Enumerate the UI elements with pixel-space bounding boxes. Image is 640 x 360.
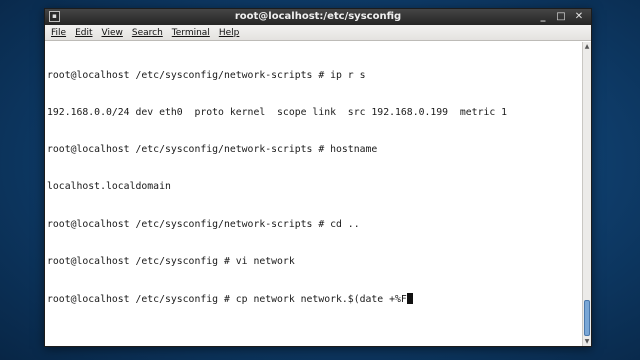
menu-help[interactable]: Help (219, 28, 240, 38)
title-bar[interactable]: ▪ root@localhost:/etc/sysconfig _ □ ✕ (45, 9, 591, 25)
scroll-up-icon[interactable]: ▲ (583, 42, 591, 51)
maximize-button[interactable]: □ (555, 10, 567, 23)
terminal-line: root@localhost /etc/sysconfig/network-sc… (47, 69, 366, 81)
terminal-line: root@localhost /etc/sysconfig # vi netwo… (47, 255, 295, 267)
terminal-line: 192.168.0.0/24 dev eth0 proto kernel sco… (47, 107, 508, 119)
current-command: root@localhost /etc/sysconfig # cp netwo… (47, 294, 407, 306)
terminal-line: root@localhost /etc/sysconfig/network-sc… (47, 144, 378, 156)
close-button[interactable]: ✕ (573, 10, 585, 23)
scroll-down-icon[interactable]: ▼ (583, 337, 591, 346)
terminal-line: localhost.localdomain (47, 181, 171, 193)
window-title: root@localhost:/etc/sysconfig (234, 11, 402, 22)
menu-view[interactable]: View (102, 28, 123, 38)
scroll-thumb[interactable] (584, 300, 590, 336)
menu-terminal[interactable]: Terminal (172, 28, 210, 38)
terminal-input-line[interactable]: root@localhost /etc/sysconfig # cp netwo… (47, 293, 582, 305)
terminal-window: ▪ root@localhost:/etc/sysconfig _ □ ✕ Fi… (44, 8, 592, 347)
minimize-button[interactable]: _ (537, 10, 549, 23)
menu-edit[interactable]: Edit (75, 28, 92, 38)
menu-search[interactable]: Search (132, 28, 163, 38)
terminal-line: root@localhost /etc/sysconfig/network-sc… (47, 218, 360, 230)
menu-file[interactable]: File (51, 28, 66, 38)
menu-bar: File Edit View Search Terminal Help (45, 25, 591, 41)
text-cursor (406, 293, 413, 305)
window-controls: _ □ ✕ (537, 10, 585, 23)
vertical-scrollbar[interactable]: ▲ ▼ (582, 42, 591, 346)
terminal-output[interactable]: root@localhost /etc/sysconfig/network-sc… (45, 42, 582, 346)
